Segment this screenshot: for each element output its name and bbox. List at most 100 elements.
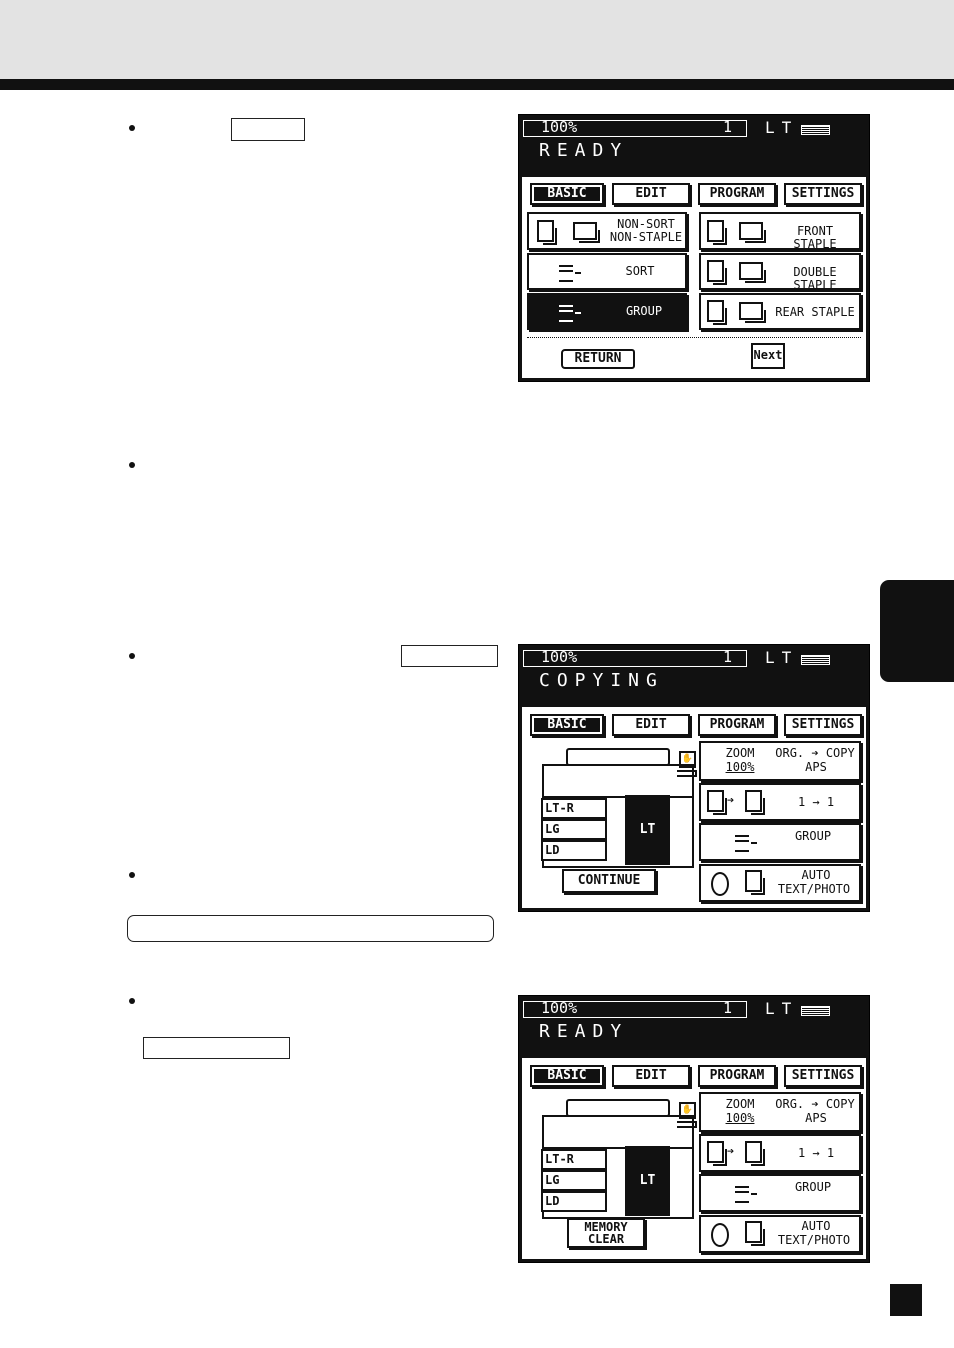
next-button[interactable]: Next: [751, 343, 785, 369]
chapter-side-tab: [880, 580, 954, 682]
copier-body: [542, 1115, 694, 1149]
sort-icon: [559, 265, 581, 282]
duplex-mode-label: 1 → 1: [797, 795, 835, 809]
tray-lt-selected[interactable]: LT: [625, 795, 670, 865]
tab-settings[interactable]: SETTINGS: [784, 183, 862, 205]
memory-clear-button[interactable]: MEMORY CLEAR: [567, 1218, 645, 1248]
exposure-auto-label: AUTO: [801, 1219, 831, 1233]
tab-program[interactable]: PROGRAM: [698, 714, 776, 736]
portrait-doc-icon: [707, 220, 727, 245]
zoom-readout: 100%: [541, 999, 578, 1017]
bullet: [129, 872, 135, 878]
finishing-label: GROUP: [794, 829, 832, 843]
bullet: [129, 653, 135, 659]
sort-label: SORT: [625, 264, 655, 278]
zoom-readout: 100%: [541, 648, 578, 666]
non-staple-label: NON-STAPLE: [609, 230, 683, 244]
tab-program[interactable]: PROGRAM: [698, 1065, 776, 1087]
continue-button[interactable]: CONTINUE: [562, 869, 656, 893]
zoom-button[interactable]: ZOOM 100% ORG. ➔ COPY APS: [699, 1092, 861, 1132]
tray-ld[interactable]: LD: [541, 840, 607, 861]
double-staple-button[interactable]: DOUBLE STAPLE: [699, 253, 861, 292]
rear-staple-button[interactable]: REAR STAPLE: [699, 293, 861, 330]
duplex-button[interactable]: ➔ 1 → 1: [699, 783, 861, 821]
inline-key-2: [401, 645, 498, 667]
tab-settings[interactable]: SETTINGS: [784, 714, 862, 736]
tab-bar: BASIC EDIT PROGRAM SETTINGS: [522, 1063, 866, 1089]
finishing-button[interactable]: GROUP: [699, 1174, 861, 1212]
paper-icon: [801, 125, 830, 135]
copier-body: [542, 764, 694, 798]
portrait-doc-icon: [707, 260, 727, 285]
tray-lg[interactable]: LG: [541, 819, 607, 840]
tab-edit[interactable]: EDIT: [612, 183, 690, 205]
paper-size: LT: [765, 648, 799, 667]
sort-button[interactable]: SORT: [527, 253, 687, 290]
group-icon: [735, 1186, 757, 1203]
page-header-band: [0, 0, 954, 79]
paper-size: LT: [765, 999, 799, 1018]
status-message: READY: [539, 1021, 629, 1042]
exposure-button[interactable]: AUTO TEXT/PHOTO: [699, 1215, 861, 1253]
text-photo-icon: [745, 1221, 765, 1246]
tab-settings[interactable]: SETTINGS: [784, 1065, 862, 1087]
divider: [527, 337, 861, 338]
zoom-value: 100%: [725, 1111, 755, 1125]
portrait-doc-icon: [707, 300, 727, 325]
zoom-readout: 100%: [541, 118, 578, 136]
non-sort-button[interactable]: NON-SORT NON-STAPLE: [527, 212, 687, 250]
copy-count: 1: [723, 999, 733, 1017]
paper-icon: [801, 655, 830, 665]
tab-edit[interactable]: EDIT: [612, 714, 690, 736]
group-label: GROUP: [625, 304, 663, 318]
copy-count: 1: [723, 648, 733, 666]
org-copy-label: ORG. ➔ COPY: [775, 1097, 855, 1111]
tab-bar: BASIC EDIT PROGRAM SETTINGS: [522, 181, 866, 207]
front-staple-button[interactable]: FRONT STAPLE: [699, 212, 861, 251]
tab-basic[interactable]: BASIC: [530, 1065, 604, 1087]
simplex-original-icon: [707, 790, 727, 815]
rear-staple-label: REAR STAPLE: [775, 305, 855, 319]
double-staple-label: DOUBLE STAPLE: [793, 265, 837, 292]
tray-lt-selected[interactable]: LT: [625, 1146, 670, 1216]
exposure-mode-label: TEXT/PHOTO: [777, 1233, 851, 1247]
duplex-mode-label: 1 → 1: [797, 1146, 835, 1160]
tray-lg[interactable]: LG: [541, 1170, 607, 1191]
page-number-box: [890, 1284, 922, 1316]
exit-tray: [677, 770, 697, 777]
finishing-label: GROUP: [794, 1180, 832, 1194]
exposure-icon: [711, 1223, 729, 1247]
portrait-doc-icon: [537, 220, 557, 245]
tray-lt-r[interactable]: LT-R: [541, 1149, 607, 1170]
return-button[interactable]: RETURN: [561, 349, 635, 369]
finishing-button[interactable]: GROUP: [699, 823, 861, 861]
simplex-copy-icon: [745, 790, 765, 815]
bypass-hand-icon: ✋: [679, 751, 696, 768]
note-box: [127, 915, 494, 942]
zoom-button[interactable]: ZOOM 100% ORG. ➔ COPY APS: [699, 741, 861, 781]
status-message: READY: [539, 140, 629, 161]
paper-icon: [801, 1006, 830, 1016]
tab-bar: BASIC EDIT PROGRAM SETTINGS: [522, 712, 866, 738]
zoom-label: ZOOM: [725, 746, 755, 760]
duplex-button[interactable]: ➔ 1 → 1: [699, 1134, 861, 1172]
text-photo-icon: [745, 870, 765, 895]
inline-key-1: [231, 118, 305, 141]
touch-panel-memory-clear: 100% 1 LT READY BASIC EDIT PROGRAM SETTI…: [518, 995, 870, 1263]
tab-edit[interactable]: EDIT: [612, 1065, 690, 1087]
aps-label: APS: [805, 1111, 827, 1125]
exposure-button[interactable]: AUTO TEXT/PHOTO: [699, 864, 861, 902]
tab-program[interactable]: PROGRAM: [698, 183, 776, 205]
tab-basic[interactable]: BASIC: [530, 183, 604, 205]
message-bar: 100% 1 LT COPYING: [519, 645, 869, 707]
tab-basic[interactable]: BASIC: [530, 714, 604, 736]
tray-lt-r[interactable]: LT-R: [541, 798, 607, 819]
simplex-original-icon: [707, 1141, 727, 1166]
copy-count: 1: [723, 118, 733, 136]
status-message: COPYING: [539, 670, 664, 691]
landscape-doc-icon: [739, 262, 766, 283]
group-button[interactable]: GROUP: [527, 293, 687, 330]
arrow-right-icon: ➔: [727, 793, 735, 807]
tray-ld[interactable]: LD: [541, 1191, 607, 1212]
bullet: [129, 125, 135, 131]
